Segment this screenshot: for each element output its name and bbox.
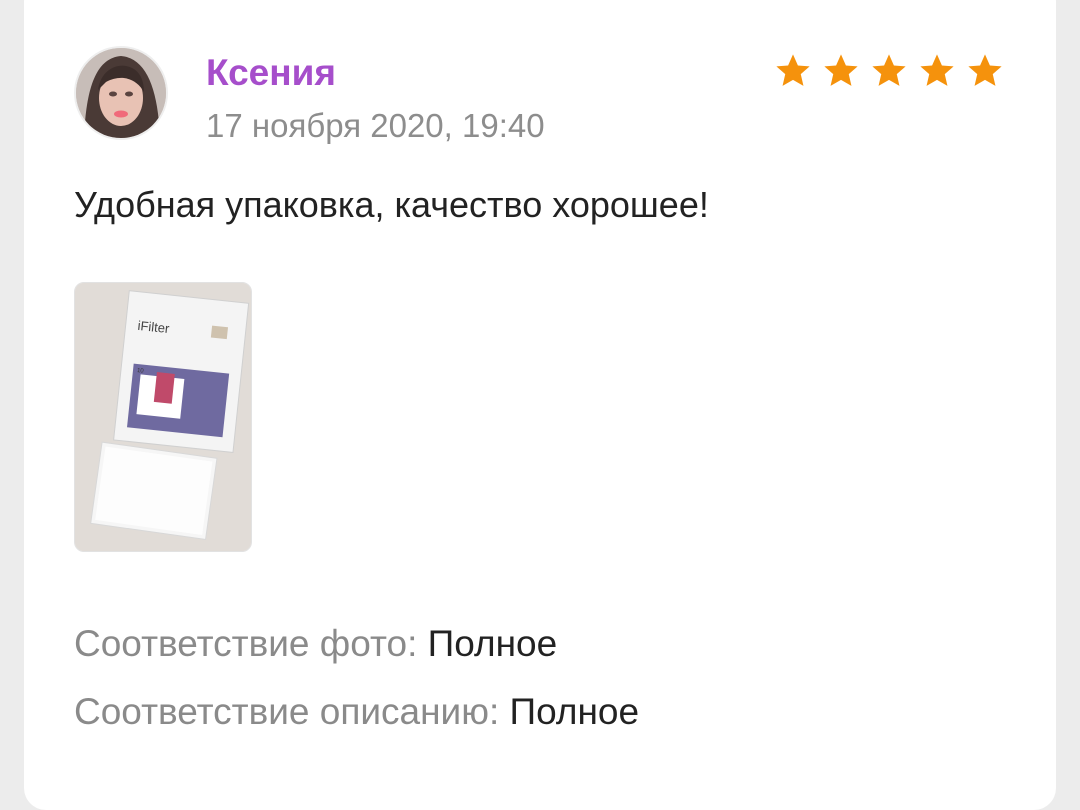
attribute-label: Соответствие фото: bbox=[74, 623, 418, 664]
review-photo[interactable]: iFilter 10 bbox=[74, 282, 252, 552]
star-icon bbox=[824, 54, 858, 86]
author-name[interactable]: Ксения bbox=[206, 52, 336, 94]
star-icon bbox=[920, 54, 954, 86]
star-icon bbox=[968, 54, 1002, 86]
product-photo: iFilter 10 bbox=[75, 283, 251, 551]
attribute-row-description-match: Соответствие описанию: Полное bbox=[74, 690, 639, 734]
star-icon bbox=[872, 54, 906, 86]
attribute-value: Полное bbox=[509, 691, 640, 732]
avatar-image bbox=[76, 48, 166, 138]
star-rating bbox=[774, 52, 1004, 94]
review-date: 17 ноября 2020, 19:40 bbox=[206, 107, 545, 144]
attribute-row-photo-match: Соответствие фото: Полное bbox=[74, 622, 557, 666]
avatar[interactable] bbox=[74, 46, 168, 140]
attribute-value: Полное bbox=[427, 623, 558, 664]
photo-count-label: 10 bbox=[137, 368, 145, 375]
attribute-label: Соответствие описанию: bbox=[74, 691, 500, 732]
review-text: Удобная упаковка, качество хорошее! bbox=[74, 184, 709, 225]
star-icon bbox=[776, 54, 810, 86]
